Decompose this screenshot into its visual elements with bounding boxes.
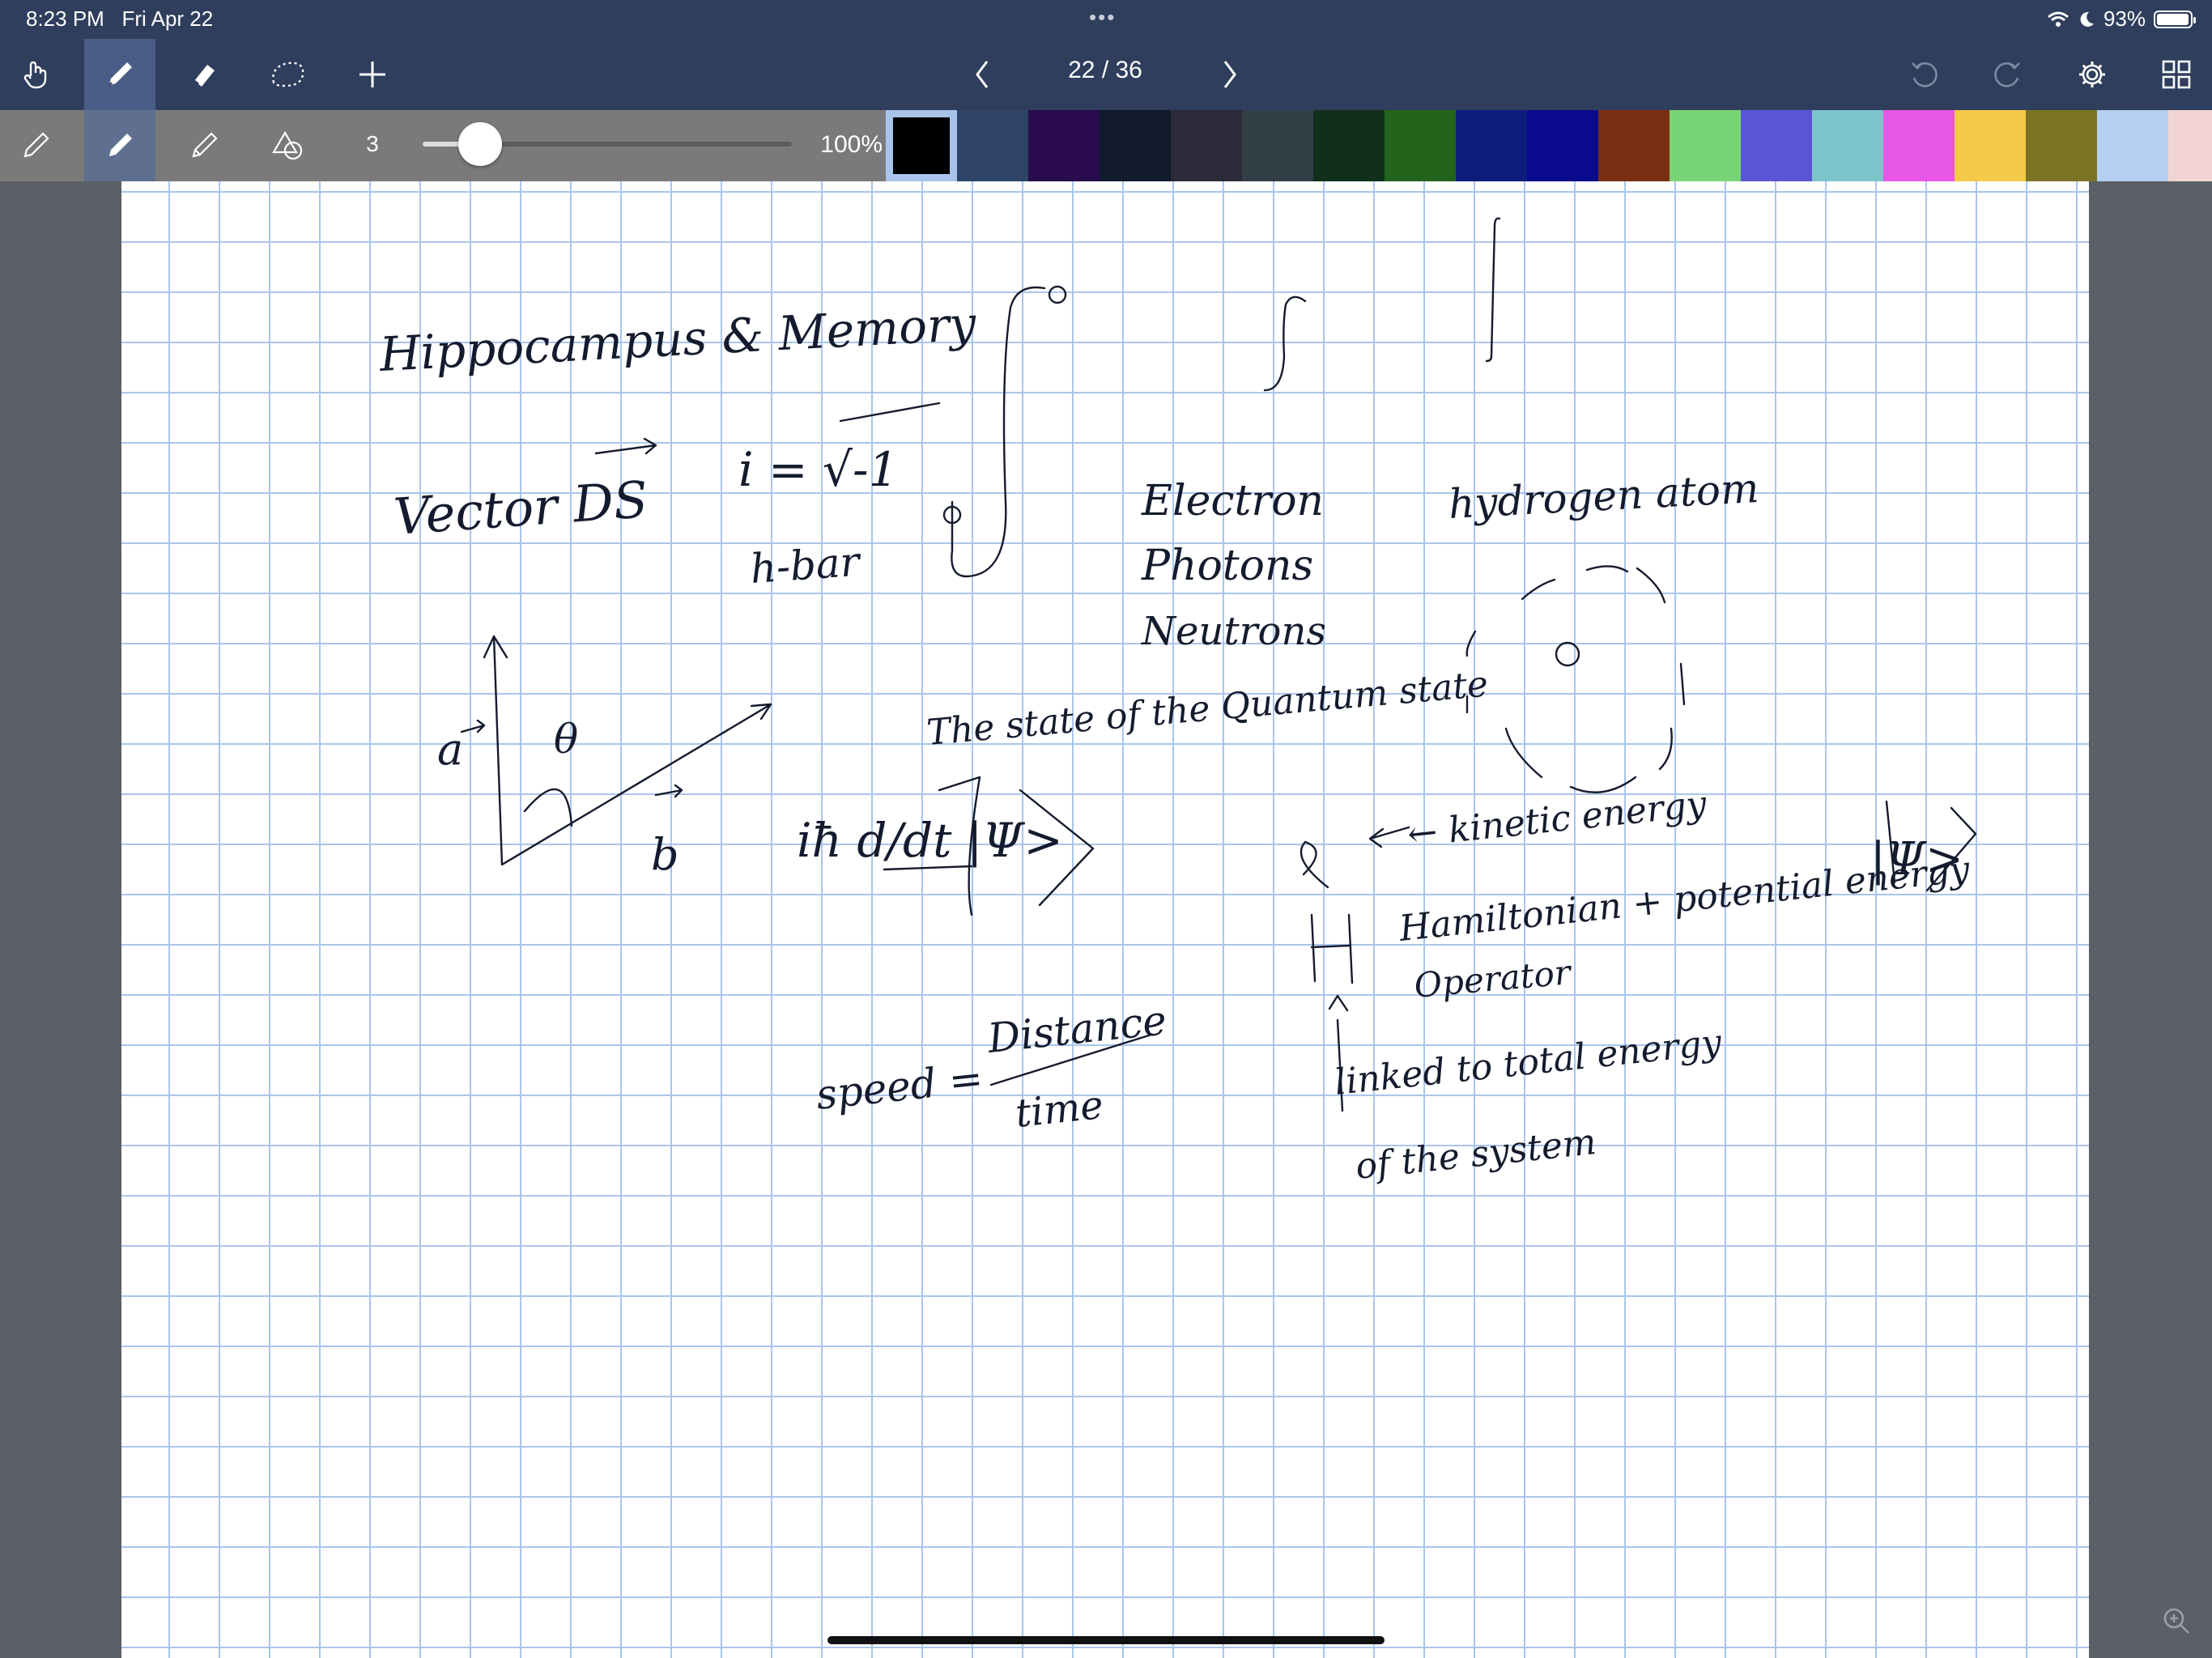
color-swatch[interactable] (1171, 110, 1242, 181)
color-swatch[interactable] (1741, 110, 1812, 181)
color-swatch[interactable] (957, 110, 1028, 181)
shapes-icon (272, 130, 303, 160)
pen-icon (108, 62, 132, 86)
hand-icon (23, 61, 47, 89)
status-bar: 8:23 PM Fri Apr 22 ••• 93% (0, 0, 2212, 39)
chevron-right-icon (1223, 61, 1236, 88)
color-swatch[interactable] (2168, 110, 2212, 181)
wifi-icon (2047, 11, 2069, 27)
color-swatch[interactable] (1527, 110, 1598, 181)
color-swatch[interactable] (1242, 110, 1313, 181)
battery-icon (2154, 10, 2196, 28)
color-swatch[interactable] (1883, 110, 1955, 181)
redo-icon (1994, 62, 2020, 87)
moon-icon (2080, 11, 2094, 27)
color-swatch[interactable] (1456, 110, 1527, 181)
highlighter-icon (192, 132, 218, 158)
color-swatch[interactable] (1385, 110, 1456, 181)
fountain-pen-button[interactable] (84, 110, 155, 181)
color-palette (886, 110, 2212, 181)
redo-button[interactable] (1972, 39, 2044, 110)
gear-icon (2079, 62, 2105, 87)
lasso-tool-button[interactable] (253, 39, 324, 110)
grid-paper-page[interactable] (121, 181, 2089, 1658)
lasso-icon (272, 62, 304, 87)
main-toolbar: 22 / 36 (0, 39, 2212, 110)
multitasking-dots-icon[interactable]: ••• (1089, 5, 1116, 30)
zoom-icon[interactable] (2160, 1605, 2193, 1637)
hand-tool-button[interactable] (0, 39, 71, 110)
chevron-left-icon (976, 61, 989, 88)
eraser-icon (194, 65, 215, 87)
color-swatch[interactable] (1670, 110, 1741, 181)
pen-icon (109, 134, 132, 156)
pencil-icon (23, 132, 49, 158)
previous-page-button[interactable] (947, 39, 1019, 110)
page-indicator[interactable]: 22 / 36 (1044, 57, 1166, 84)
shapes-button[interactable] (253, 110, 324, 181)
grid-icon (2162, 60, 2191, 89)
color-swatch[interactable] (1313, 110, 1385, 181)
color-swatch[interactable] (1100, 110, 1171, 181)
color-swatch[interactable] (1598, 110, 1670, 181)
plus-icon (359, 62, 385, 87)
undo-icon (1912, 62, 1938, 87)
undo-button[interactable] (1888, 39, 1959, 110)
pen-tool-button[interactable] (84, 39, 155, 110)
color-swatch[interactable] (2097, 110, 2168, 181)
add-button[interactable] (337, 39, 408, 110)
pencil-type-button[interactable] (0, 110, 71, 181)
settings-button[interactable] (2057, 39, 2128, 110)
color-swatch[interactable] (1812, 110, 1883, 181)
pen-size-slider[interactable] (423, 122, 792, 166)
color-swatch[interactable] (2026, 110, 2097, 181)
color-swatch[interactable] (886, 110, 957, 181)
status-time: 8:23 PM Fri Apr 22 (26, 6, 214, 31)
home-indicator[interactable] (827, 1636, 1385, 1644)
battery-percent: 93% (2103, 6, 2146, 31)
page-overview-button[interactable] (2141, 39, 2212, 110)
eraser-tool-button[interactable] (168, 39, 240, 110)
zoom-level: 100% (820, 131, 883, 158)
status-right: 93% (2047, 6, 2196, 32)
color-swatch[interactable] (1028, 110, 1100, 181)
next-page-button[interactable] (1193, 39, 1265, 110)
color-swatch[interactable] (1955, 110, 2026, 181)
pen-size-value: 3 (366, 131, 379, 156)
highlighter-button[interactable] (168, 110, 240, 181)
